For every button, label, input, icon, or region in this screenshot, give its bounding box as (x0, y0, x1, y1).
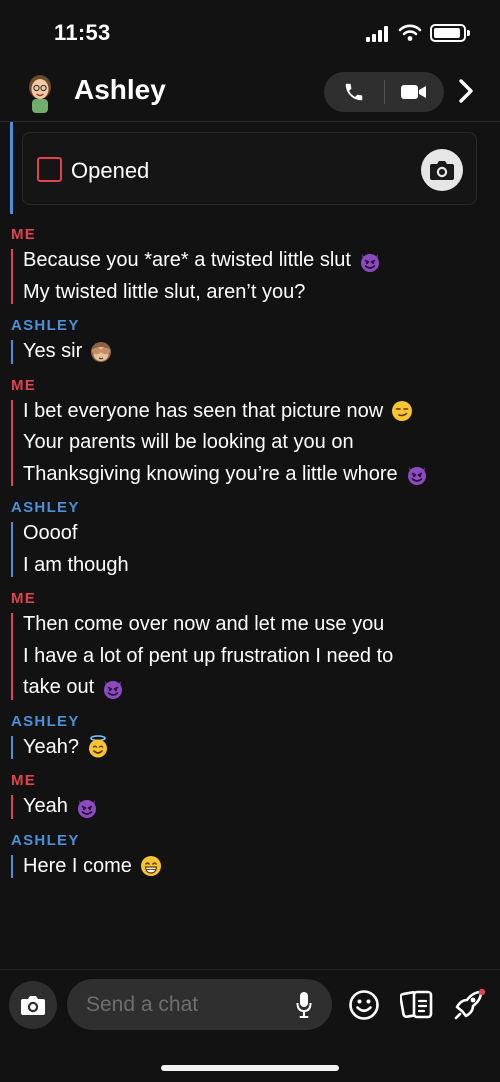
see-no-evil-monkey-emoji-icon (89, 340, 113, 364)
smirk-emoji-icon (390, 399, 414, 423)
message-lines: Yeah? (11, 732, 500, 764)
message-group: ME Then come over now and let me use you I… (0, 589, 500, 704)
sender-label: ME (11, 376, 37, 394)
message-text: Thanksgiving knowing you’re a little who… (23, 462, 398, 485)
home-indicator (161, 1065, 339, 1071)
chat-message[interactable]: Yeah (23, 791, 500, 823)
smiling-devil-emoji-icon (358, 249, 382, 273)
message-group: ME Because you *are* a twisted little slu… (0, 225, 500, 308)
status-time: 11:53 (54, 20, 111, 45)
message-lines: Because you *are* a twisted little slut M… (11, 245, 500, 308)
status-bar: 11:53 (0, 0, 500, 64)
chat-message[interactable]: Here I come (23, 851, 500, 883)
message-text: Because you *are* a twisted little slut (23, 249, 351, 271)
message-group: ASHLEY Here I come (0, 831, 500, 883)
message-group: ASHLEY Yes sir (0, 316, 500, 368)
chat-message[interactable]: Because you *are* a twisted little slut (23, 245, 500, 277)
video-camera-icon (401, 85, 426, 99)
message-text: Yeah? (23, 735, 79, 758)
sender-label: ASHLEY (11, 712, 80, 730)
smiling-devil-emoji-icon (405, 462, 429, 486)
call-controls (324, 72, 444, 112)
message-text: I have a lot of pent up frustration I ne… (23, 644, 394, 667)
phone-icon (345, 83, 363, 101)
avatar[interactable] (22, 70, 58, 114)
wifi-icon (398, 24, 422, 41)
chat-message[interactable]: Yeah? (23, 732, 500, 764)
microphone-icon[interactable] (296, 991, 312, 1019)
composer-bar: Send a chat (0, 970, 500, 1082)
sender-label: ASHLEY (11, 317, 80, 334)
opened-snap-icon (37, 157, 62, 182)
sender-label: ASHLEY (11, 831, 80, 849)
rocket-icon[interactable] (452, 987, 486, 1021)
cards-icon[interactable] (400, 989, 434, 1021)
chat-message[interactable]: Your parents will be looking at you on (23, 427, 500, 459)
chat-message[interactable]: take out (23, 672, 500, 704)
message-text: I bet everyone has seen that picture now (23, 399, 384, 422)
chat-input-placeholder: Send a chat (86, 993, 199, 1016)
message-group: ASHLEY Oooof I am though (0, 498, 500, 581)
message-text: Yeah (23, 795, 68, 817)
message-text: I am though (23, 553, 129, 576)
chevron-right-icon[interactable] (458, 78, 474, 104)
message-text: Here I come (23, 854, 132, 877)
message-lines: Here I come (11, 851, 500, 883)
chat-message[interactable]: I have a lot of pent up frustration I ne… (23, 641, 500, 673)
message-text: My twisted little slut, aren’t you? (23, 280, 306, 303)
message-group: ME I bet everyone has seen that picture n… (0, 376, 500, 491)
message-lines: Yeah (11, 791, 500, 823)
chat-input[interactable]: Send a chat (67, 979, 332, 1030)
smiling-devil-emoji-icon (75, 795, 99, 819)
message-lines: Yes sir (11, 336, 500, 368)
message-text: Your parents will be looking at you on (23, 431, 354, 453)
message-text: Oooof (23, 522, 78, 544)
sender-label: ME (11, 590, 37, 607)
sender-label: ME (11, 226, 37, 243)
message-list: ME Because you *are* a twisted little slu… (0, 225, 500, 890)
halo-smile-emoji-icon (86, 735, 110, 759)
thread-line (10, 122, 13, 214)
camera-icon (21, 996, 45, 1015)
snap-reply-button[interactable] (421, 149, 463, 191)
smiley-icon[interactable] (348, 989, 380, 1021)
chat-message[interactable]: Thanksgiving knowing you’re a little who… (23, 459, 500, 491)
sender-label: ME (11, 772, 37, 789)
battery-icon (430, 24, 470, 42)
camera-icon (430, 161, 454, 180)
contact-name[interactable]: Ashley (74, 74, 166, 106)
chat-message[interactable]: I bet everyone has seen that picture now (23, 396, 500, 428)
chat-message[interactable]: My twisted little slut, aren’t you? (23, 277, 500, 309)
camera-button[interactable] (9, 981, 57, 1029)
grin-emoji-icon (139, 854, 163, 878)
message-text: Yes sir (23, 340, 83, 362)
message-text: take out (23, 676, 95, 698)
message-lines: Oooof I am though (11, 518, 500, 581)
message-group: ASHLEY Yeah? (0, 712, 500, 764)
chat-message[interactable]: Oooof (23, 518, 500, 550)
video-call-button[interactable] (384, 72, 444, 112)
opened-label: Opened (71, 158, 150, 183)
signal-icon (366, 26, 388, 42)
smiling-devil-emoji-icon (101, 676, 125, 700)
chat-message[interactable]: Yes sir (23, 336, 500, 368)
message-lines: Then come over now and let me use you I h… (11, 609, 500, 704)
sender-label: ASHLEY (11, 499, 80, 516)
chat-message[interactable]: Then come over now and let me use you (23, 609, 500, 641)
chat-message[interactable]: I am though (23, 550, 500, 582)
message-group: ME Yeah (0, 771, 500, 823)
opened-snap-card[interactable]: Opened (22, 132, 477, 205)
message-lines: I bet everyone has seen that picture now… (11, 396, 500, 491)
phone-call-button[interactable] (324, 72, 384, 112)
message-text: Then come over now and let me use you (23, 613, 385, 635)
chat-header: Ashley (0, 64, 500, 122)
